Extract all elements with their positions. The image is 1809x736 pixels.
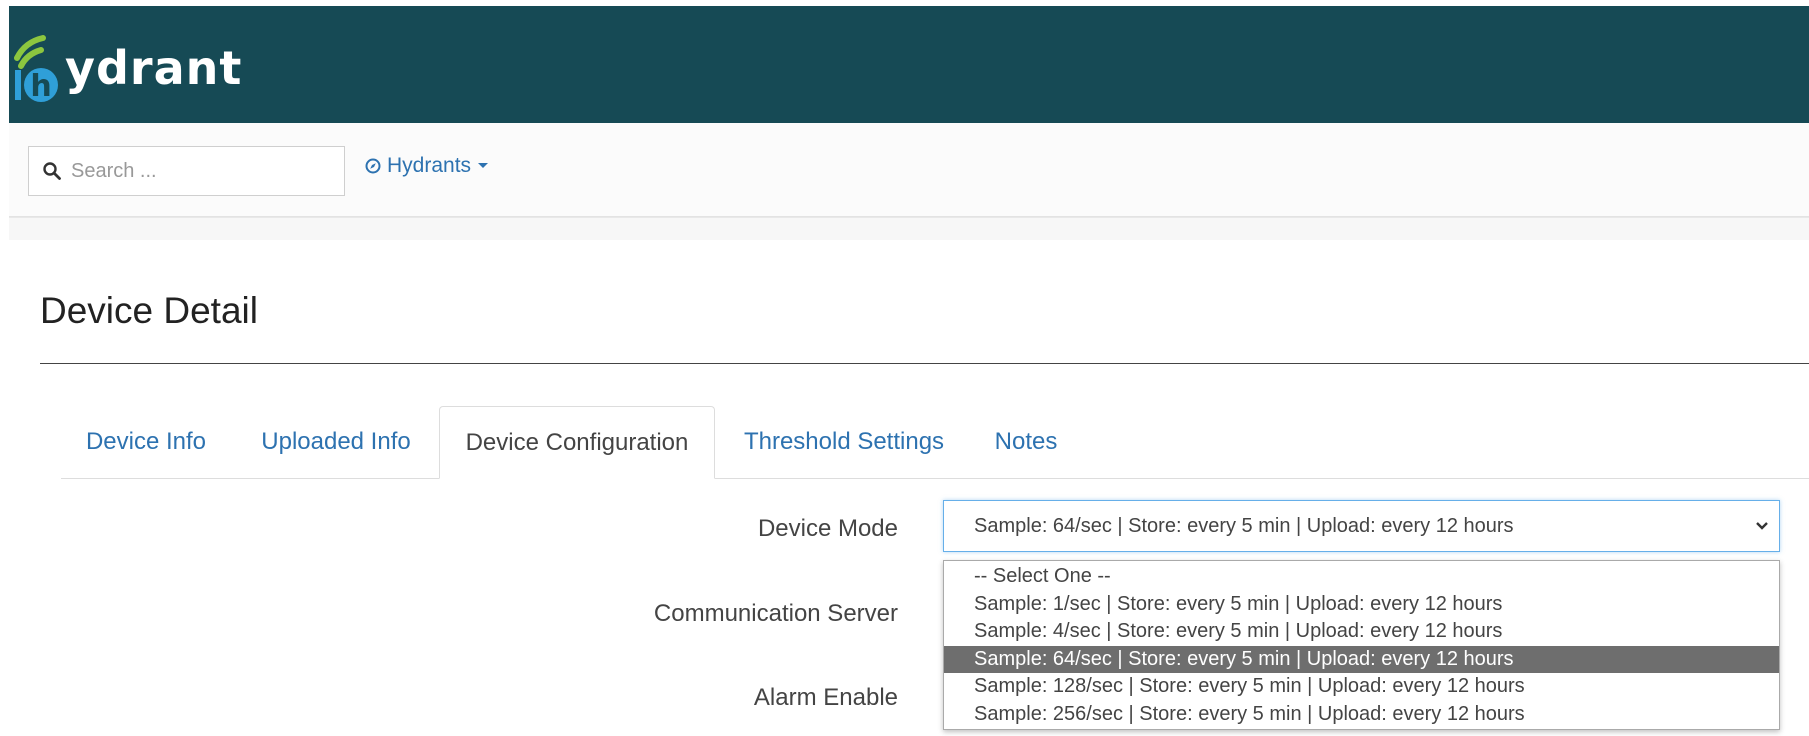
logo-text: ydrant (65, 41, 243, 95)
logo[interactable]: h ydrant (13, 28, 242, 108)
tab-threshold-settings[interactable]: Threshold Settings (729, 406, 959, 478)
chevron-down-icon (1756, 522, 1768, 530)
hydrants-label: Hydrants (387, 154, 472, 177)
hydrants-dropdown-link[interactable]: Hydrants (365, 154, 489, 178)
search-box[interactable] (28, 146, 345, 196)
search-input[interactable] (69, 158, 323, 184)
tab-device-info[interactable]: Device Info (61, 406, 231, 478)
svg-text:h: h (30, 69, 51, 104)
page-title: Device Detail (40, 290, 258, 331)
caret-down-icon (478, 163, 489, 168)
option-sample-64-sec[interactable]: Sample: 64/sec | Store: every 5 min | Up… (944, 645, 1779, 673)
option-sample-128-sec[interactable]: Sample: 128/sec | Store: every 5 min | U… (944, 673, 1779, 701)
logo-icon: h (14, 35, 58, 104)
tab-uploaded-info[interactable]: Uploaded Info (241, 406, 431, 478)
tab-bar: Device Info Uploaded Info Device Configu… (61, 406, 1809, 479)
compass-icon (365, 158, 381, 174)
option-sample-4-sec[interactable]: Sample: 4/sec | Store: every 5 min | Upl… (944, 618, 1779, 646)
device-mode-label: Device Mode (757, 515, 898, 542)
option-sample-256-sec[interactable]: Sample: 256/sec | Store: every 5 min | U… (944, 701, 1779, 729)
tabs-bottom-border (61, 478, 1809, 479)
communication-server-label: Communication Server (653, 600, 898, 627)
navbar-divider (9, 217, 1809, 240)
alarm-enable-label: Alarm Enable (753, 684, 898, 711)
title-divider (40, 363, 1809, 364)
option-select-one[interactable]: -- Select One -- (944, 563, 1779, 591)
device-mode-options-list: -- Select One -- Sample: 1/sec | Store: … (943, 560, 1780, 730)
device-mode-selected-value: Sample: 64/sec | Store: every 5 min | Up… (974, 514, 1514, 537)
device-mode-select[interactable]: Sample: 64/sec | Store: every 5 min | Up… (943, 500, 1780, 552)
search-icon (43, 162, 61, 180)
tab-device-configuration[interactable]: Device Configuration (439, 406, 715, 479)
app-header: h ydrant (9, 6, 1809, 123)
option-sample-1-sec[interactable]: Sample: 1/sec | Store: every 5 min | Upl… (944, 591, 1779, 619)
tab-notes[interactable]: Notes (979, 406, 1073, 478)
